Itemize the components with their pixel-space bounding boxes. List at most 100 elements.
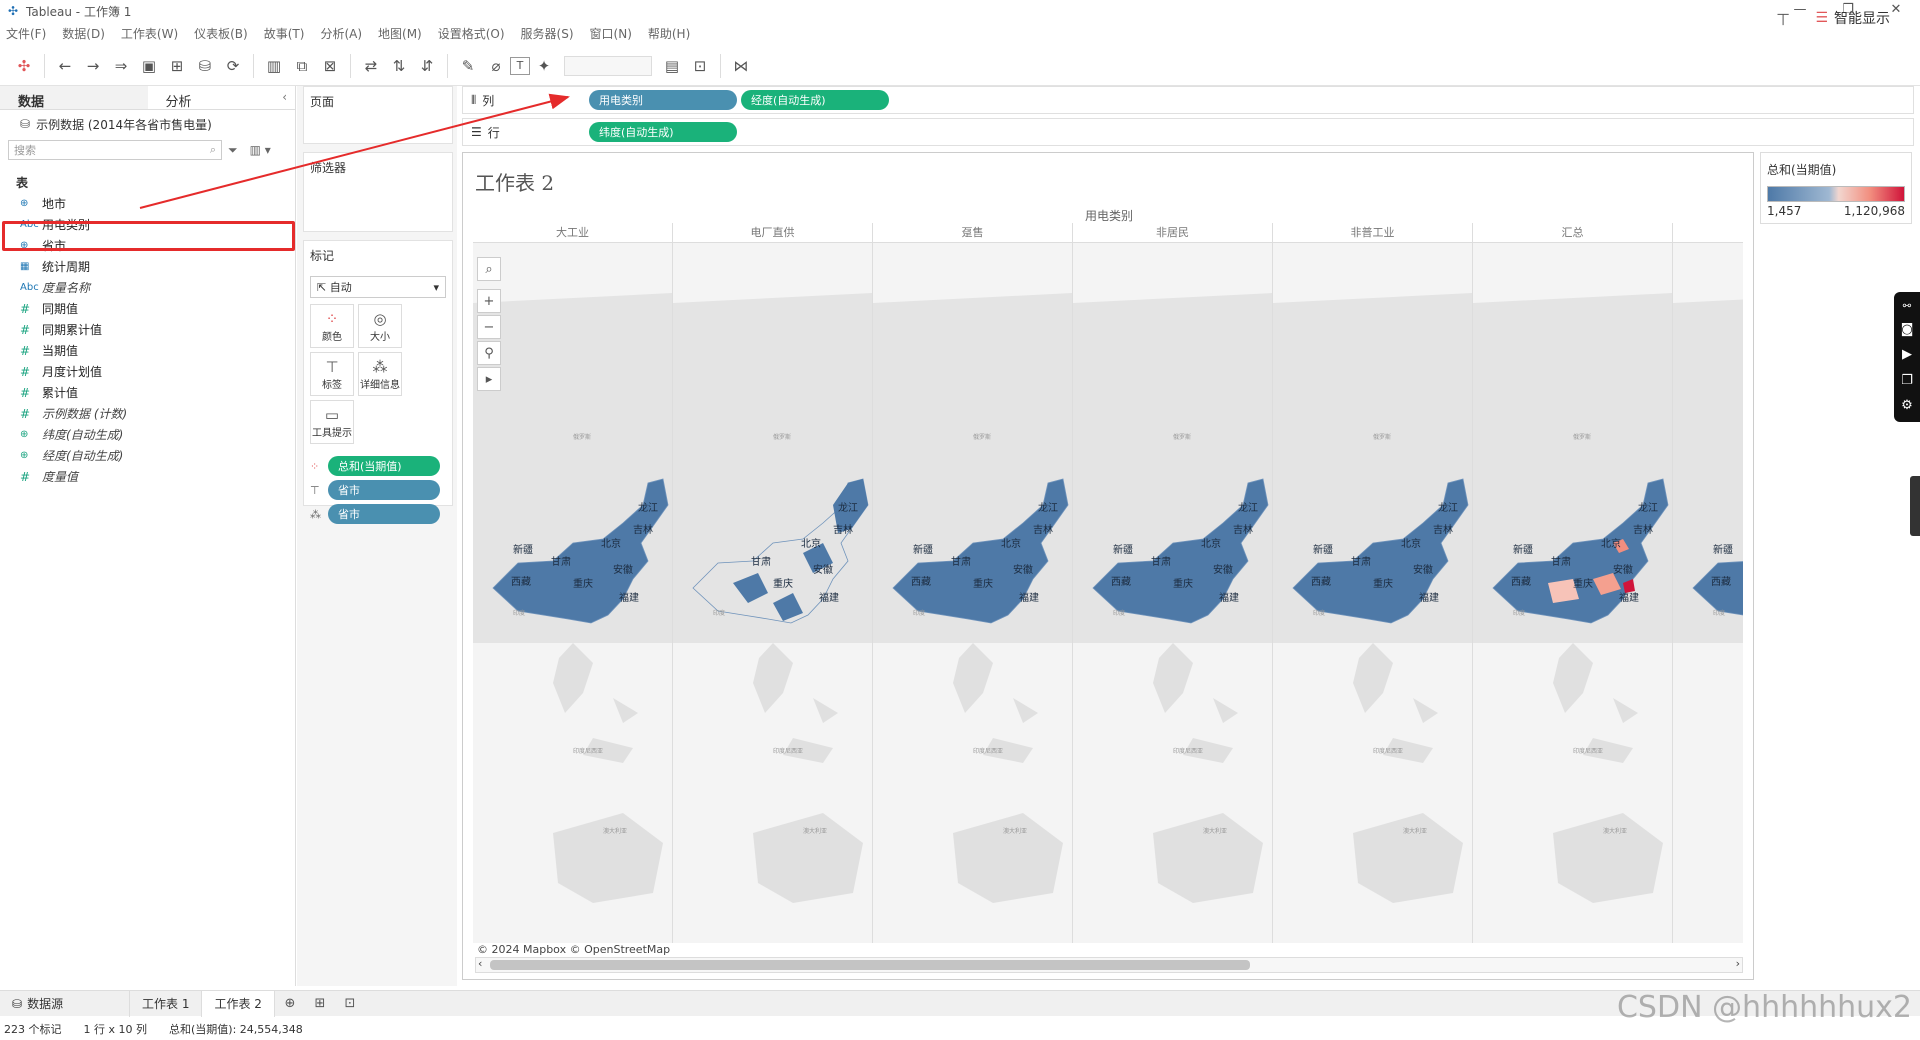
new-worksheet-icon[interactable]: ▥ (260, 53, 288, 79)
map-panel[interactable]: 电厂直供 甘肃 重庆 北京 吉林 龙江 安徽 福建 俄罗斯 印度 印度尼西亚 澳大利亚 (673, 223, 873, 943)
duplicate-sheet-icon[interactable]: ⧉ (288, 53, 316, 79)
horizontal-scrollbar[interactable]: ‹ › (475, 957, 1743, 973)
pages-card[interactable]: 页面 (303, 86, 453, 144)
new-story-tab-icon[interactable]: ⊡ (335, 996, 365, 1011)
pill-sum-current[interactable]: 总和(当期值) (328, 456, 440, 476)
expand-tools-icon[interactable]: ▸ (477, 367, 501, 391)
search-input[interactable]: 搜索 ⌕ (8, 140, 222, 160)
filter-icon[interactable]: ⏷ (228, 143, 238, 158)
view-options-icon[interactable]: ▥ ▾ (250, 143, 271, 157)
tableau-home-icon[interactable]: ✣ (10, 53, 38, 79)
detail-button[interactable]: ⁂ 详细信息 (358, 352, 402, 396)
pill-province-label[interactable]: 省市 (328, 480, 440, 500)
menu-analysis[interactable]: 分析(A) (320, 25, 362, 42)
undo-icon[interactable]: ← (51, 53, 79, 79)
side-handle[interactable] (1910, 476, 1920, 536)
pill-longitude[interactable]: 经度(自动生成) (741, 90, 889, 110)
zoom-out-icon[interactable]: − (477, 315, 501, 339)
tab-analysis[interactable]: 分析 (148, 86, 296, 110)
scroll-right-icon[interactable]: › (1736, 957, 1740, 970)
field-item[interactable]: ▦ 统计周期 (0, 256, 295, 277)
sort-descending-icon[interactable]: ⇵ (413, 53, 441, 79)
tooltip-button[interactable]: ▭ 工具提示 (310, 400, 354, 444)
video-icon[interactable]: ▶ (1902, 347, 1912, 362)
group-icon[interactable]: ⌀ (482, 53, 510, 79)
highlight-icon[interactable]: ✎ (454, 53, 482, 79)
field-item[interactable]: Abc 度量名称 (0, 277, 295, 298)
pill-power-category[interactable]: 用电类别 (589, 90, 737, 110)
color-button[interactable]: ⁘ 颜色 (310, 304, 354, 348)
menu-file[interactable]: 文件(F) (6, 25, 46, 42)
pin-icon[interactable]: ✦ (530, 53, 558, 79)
show-hide-cards-icon[interactable]: ▤ (658, 53, 686, 79)
pill-province-detail[interactable]: 省市 (328, 504, 440, 524)
rows-shelf[interactable]: ☰ 行 纬度(自动生成) (462, 118, 1914, 146)
new-dashboard-tab-icon[interactable]: ⊞ (305, 996, 335, 1011)
scroll-left-icon[interactable]: ‹ (478, 957, 482, 970)
menu-story[interactable]: 故事(T) (264, 25, 305, 42)
smart-show-button[interactable]: ☰ 智能显示 (1815, 8, 1890, 28)
menu-dashboard[interactable]: 仪表板(B) (194, 25, 248, 42)
columns-shelf[interactable]: ⦀ 列 用电类别 经度(自动生成) (462, 86, 1914, 114)
map-panel[interactable]: 居民新疆西藏甘肃重庆北京吉林龙江安徽福建俄罗斯印度印度尼西亚澳大利亚 (1673, 223, 1743, 943)
menu-help[interactable]: 帮助(H) (648, 25, 690, 42)
menu-format[interactable]: 设置格式(O) (438, 25, 505, 42)
pill-latitude[interactable]: 纬度(自动生成) (589, 122, 737, 142)
replay-icon[interactable]: ⇒ (107, 53, 135, 79)
field-item[interactable]: # 累计值 (0, 382, 295, 403)
menu-worksheet[interactable]: 工作表(W) (121, 25, 178, 42)
mark-type-select[interactable]: ⇱ 自动 ▾ (310, 276, 446, 298)
menu-window[interactable]: 窗口(N) (590, 25, 632, 42)
field-item[interactable]: # 当期值 (0, 340, 295, 361)
menu-data[interactable]: 数据(D) (62, 25, 105, 42)
presenter-icon[interactable]: ⊤ (1776, 10, 1790, 29)
tab-sheet-2[interactable]: 工作表 2 (202, 990, 275, 1017)
field-item[interactable]: # 同期值 (0, 298, 295, 319)
camera-icon[interactable]: ◙ (1901, 322, 1914, 337)
map-panel[interactable]: 非普工业 新疆 西藏 甘肃 重庆 北京 吉林 龙江 安徽 福建 俄罗斯 印度 印度尼西亚 澳大利亚 (1273, 223, 1473, 943)
pin-map-icon[interactable]: ⚲ (477, 341, 501, 365)
field-item[interactable]: # 示例数据 (计数) (0, 403, 295, 424)
collapse-pane-icon[interactable]: ‹ (282, 90, 287, 104)
label-button[interactable]: ⊤ 标签 (310, 352, 354, 396)
scrollbar-thumb[interactable] (490, 960, 1250, 970)
map-search-icon[interactable]: ⌕ (477, 257, 501, 281)
tab-data[interactable]: 数据 (0, 86, 148, 110)
field-item[interactable]: ⊕ 经度(自动生成) (0, 445, 295, 466)
settings-icon[interactable]: ⚙ (1901, 398, 1913, 413)
swap-rows-columns-icon[interactable]: ⇄ (357, 53, 385, 79)
map-panel[interactable]: 大工业 新疆 西藏 甘肃 重庆 北京 吉林 龙江 安徽 福建 俄罗斯 印度 印度尼西亚 澳大利亚 (473, 223, 673, 943)
share-icon[interactable]: ⋈ (727, 53, 755, 79)
link-icon[interactable]: ⚯ (1903, 301, 1911, 312)
clear-sheet-icon[interactable]: ⊠ (316, 53, 344, 79)
map-panel[interactable]: 非居民 新疆 西藏 甘肃 重庆 北京 吉林 龙江 安徽 福建 俄罗斯 印度 印度尼西亚 澳大利亚 (1073, 223, 1273, 943)
new-datasource-icon[interactable]: ⊞ (163, 53, 191, 79)
pause-update-icon[interactable]: ⛁ (191, 53, 219, 79)
redo-icon[interactable]: → (79, 53, 107, 79)
menu-server[interactable]: 服务器(S) (521, 25, 574, 42)
tab-sheet-1[interactable]: 工作表 1 (130, 990, 203, 1017)
field-item[interactable]: # 度量值 (0, 466, 295, 487)
show-labels-icon[interactable]: T (510, 56, 530, 75)
tab-datasource[interactable]: ⛁ 数据源 (0, 990, 130, 1017)
new-worksheet-tab-icon[interactable]: ⊕ (275, 996, 305, 1011)
color-legend[interactable]: 总和(当期值) 1,457 1,120,968 (1760, 152, 1912, 224)
filters-card[interactable]: 筛选器 (303, 152, 453, 232)
field-item[interactable]: ⊕ 地市 (0, 193, 295, 214)
field-item[interactable]: ⊕ 纬度(自动生成) (0, 424, 295, 445)
presentation-mode-icon[interactable]: ⊡ (686, 53, 714, 79)
zoom-in-icon[interactable]: + (477, 289, 501, 313)
fit-select[interactable] (564, 55, 652, 76)
window-icon[interactable]: ❐ (1901, 373, 1913, 388)
refresh-icon[interactable]: ⟳ (219, 53, 247, 79)
field-item[interactable]: # 月度计划值 (0, 361, 295, 382)
menu-map[interactable]: 地图(M) (378, 25, 422, 42)
size-button[interactable]: ◎ 大小 (358, 304, 402, 348)
datasource-item[interactable]: ⛁ 示例数据 (2014年各省市售电量) (0, 110, 295, 138)
map-panel[interactable]: 汇总 新疆 西藏 甘肃 重庆 北京 吉林 龙江 安徽 福建 俄罗斯 印度 印度尼西亚 澳大利亚 (1473, 223, 1673, 943)
sort-ascending-icon[interactable]: ⇅ (385, 53, 413, 79)
save-icon[interactable]: ▣ (135, 53, 163, 79)
field-item[interactable]: # 同期累计值 (0, 319, 295, 340)
province-label: 安徽 (1613, 563, 1633, 576)
map-panel[interactable]: 趸售 新疆 西藏 甘肃 重庆 北京 吉林 龙江 安徽 福建 俄罗斯 印度 印度尼西亚 澳大利亚 (873, 223, 1073, 943)
